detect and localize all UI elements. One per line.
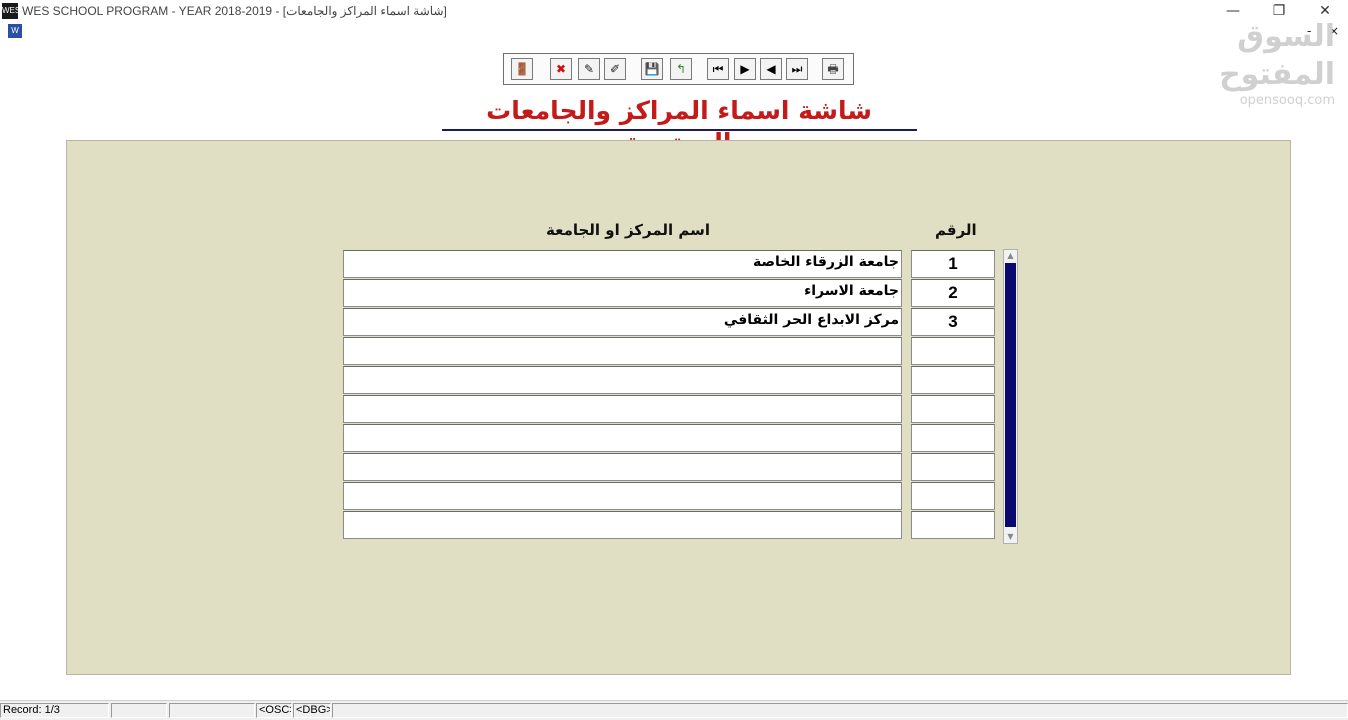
print-icon: 🖶 bbox=[827, 62, 839, 76]
first-record-icon: ⏮ bbox=[712, 62, 724, 76]
exit-door-icon: 🚪 bbox=[514, 62, 530, 76]
new-record-icon: ↰ bbox=[675, 62, 687, 76]
name-field[interactable] bbox=[343, 482, 902, 510]
name-field[interactable]: جامعة الزرقاء الخاصة bbox=[343, 250, 902, 278]
toolbar: 🚪 ✖ ✎ ✐ 💾 ↰ ⏮ ▶ ◀ ⏭ 🖶 bbox=[503, 53, 854, 85]
column-header-number: الرقم bbox=[935, 221, 977, 239]
number-field[interactable]: 1 bbox=[911, 250, 995, 278]
print-button[interactable]: 🖶 bbox=[822, 58, 844, 80]
name-field[interactable]: جامعة الاسراء bbox=[343, 279, 902, 307]
watermark-arabic: السوق المفتوح bbox=[1219, 19, 1335, 92]
window-title: WES SCHOOL PROGRAM - YEAR 2018-2019 - [ش… bbox=[22, 4, 447, 18]
exit-door-button[interactable]: 🚪 bbox=[511, 58, 533, 80]
watermark-latin: opensooq.com bbox=[1239, 93, 1335, 108]
delete-x-icon: ✖ bbox=[555, 62, 567, 76]
new-record-button[interactable]: ↰ bbox=[670, 58, 692, 80]
status-segment bbox=[111, 703, 167, 718]
next-record-button[interactable]: ▶ bbox=[734, 58, 756, 80]
query-wand-icon: ✐ bbox=[609, 62, 621, 76]
number-field[interactable] bbox=[911, 453, 995, 481]
scroll-down-arrow-icon[interactable]: ▼ bbox=[1004, 531, 1017, 543]
name-field[interactable] bbox=[343, 366, 902, 394]
status-record: Record: 1/3 bbox=[0, 703, 109, 718]
name-field[interactable] bbox=[343, 453, 902, 481]
name-field[interactable]: مركز الابداع الحر الثقافي bbox=[343, 308, 902, 336]
previous-record-button[interactable]: ◀ bbox=[760, 58, 782, 80]
status-message bbox=[332, 703, 1348, 718]
scroll-up-arrow-icon[interactable]: ▲ bbox=[1004, 250, 1017, 262]
status-osc: <OSC> bbox=[256, 703, 292, 718]
first-record-button[interactable]: ⏮ bbox=[707, 58, 729, 80]
delete-x-button[interactable]: ✖ bbox=[550, 58, 572, 80]
last-record-button[interactable]: ⏭ bbox=[786, 58, 808, 80]
edit-wand-icon: ✎ bbox=[583, 62, 595, 76]
app-icon[interactable]: WES bbox=[2, 3, 20, 19]
last-record-icon: ⏭ bbox=[791, 62, 803, 76]
title-underline bbox=[442, 129, 917, 131]
scroll-thumb[interactable] bbox=[1005, 263, 1016, 527]
number-field[interactable] bbox=[911, 511, 995, 539]
status-dbg: <DBG> bbox=[293, 703, 331, 718]
save-disk-button[interactable]: 💾 bbox=[641, 58, 663, 80]
number-field[interactable] bbox=[911, 424, 995, 452]
query-wand-button[interactable]: ✐ bbox=[604, 58, 626, 80]
column-header-name: اسم المركز او الجامعة bbox=[546, 221, 711, 239]
edit-wand-button[interactable]: ✎ bbox=[578, 58, 600, 80]
number-field[interactable] bbox=[911, 395, 995, 423]
next-record-icon: ▶ bbox=[740, 62, 750, 76]
previous-record-icon: ◀ bbox=[766, 62, 776, 76]
save-disk-icon: 💾 bbox=[644, 62, 660, 76]
name-field[interactable] bbox=[343, 511, 902, 539]
document-icon[interactable]: W bbox=[8, 24, 22, 38]
number-field[interactable]: 2 bbox=[911, 279, 995, 307]
number-field[interactable] bbox=[911, 337, 995, 365]
status-bar: Record: 1/3 <OSC> <DBG> bbox=[0, 700, 1348, 720]
name-field[interactable] bbox=[343, 424, 902, 452]
title-bar: WES WES SCHOOL PROGRAM - YEAR 2018-2019 … bbox=[0, 0, 1348, 24]
number-field[interactable]: 3 bbox=[911, 308, 995, 336]
name-field[interactable] bbox=[343, 337, 902, 365]
status-segment bbox=[169, 703, 255, 718]
watermark: السوق المفتوح opensooq.com bbox=[1175, 18, 1335, 108]
number-field[interactable] bbox=[911, 482, 995, 510]
name-field[interactable] bbox=[343, 395, 902, 423]
records-scrollbar[interactable]: ▲ ▼ bbox=[1003, 249, 1018, 544]
number-field[interactable] bbox=[911, 366, 995, 394]
